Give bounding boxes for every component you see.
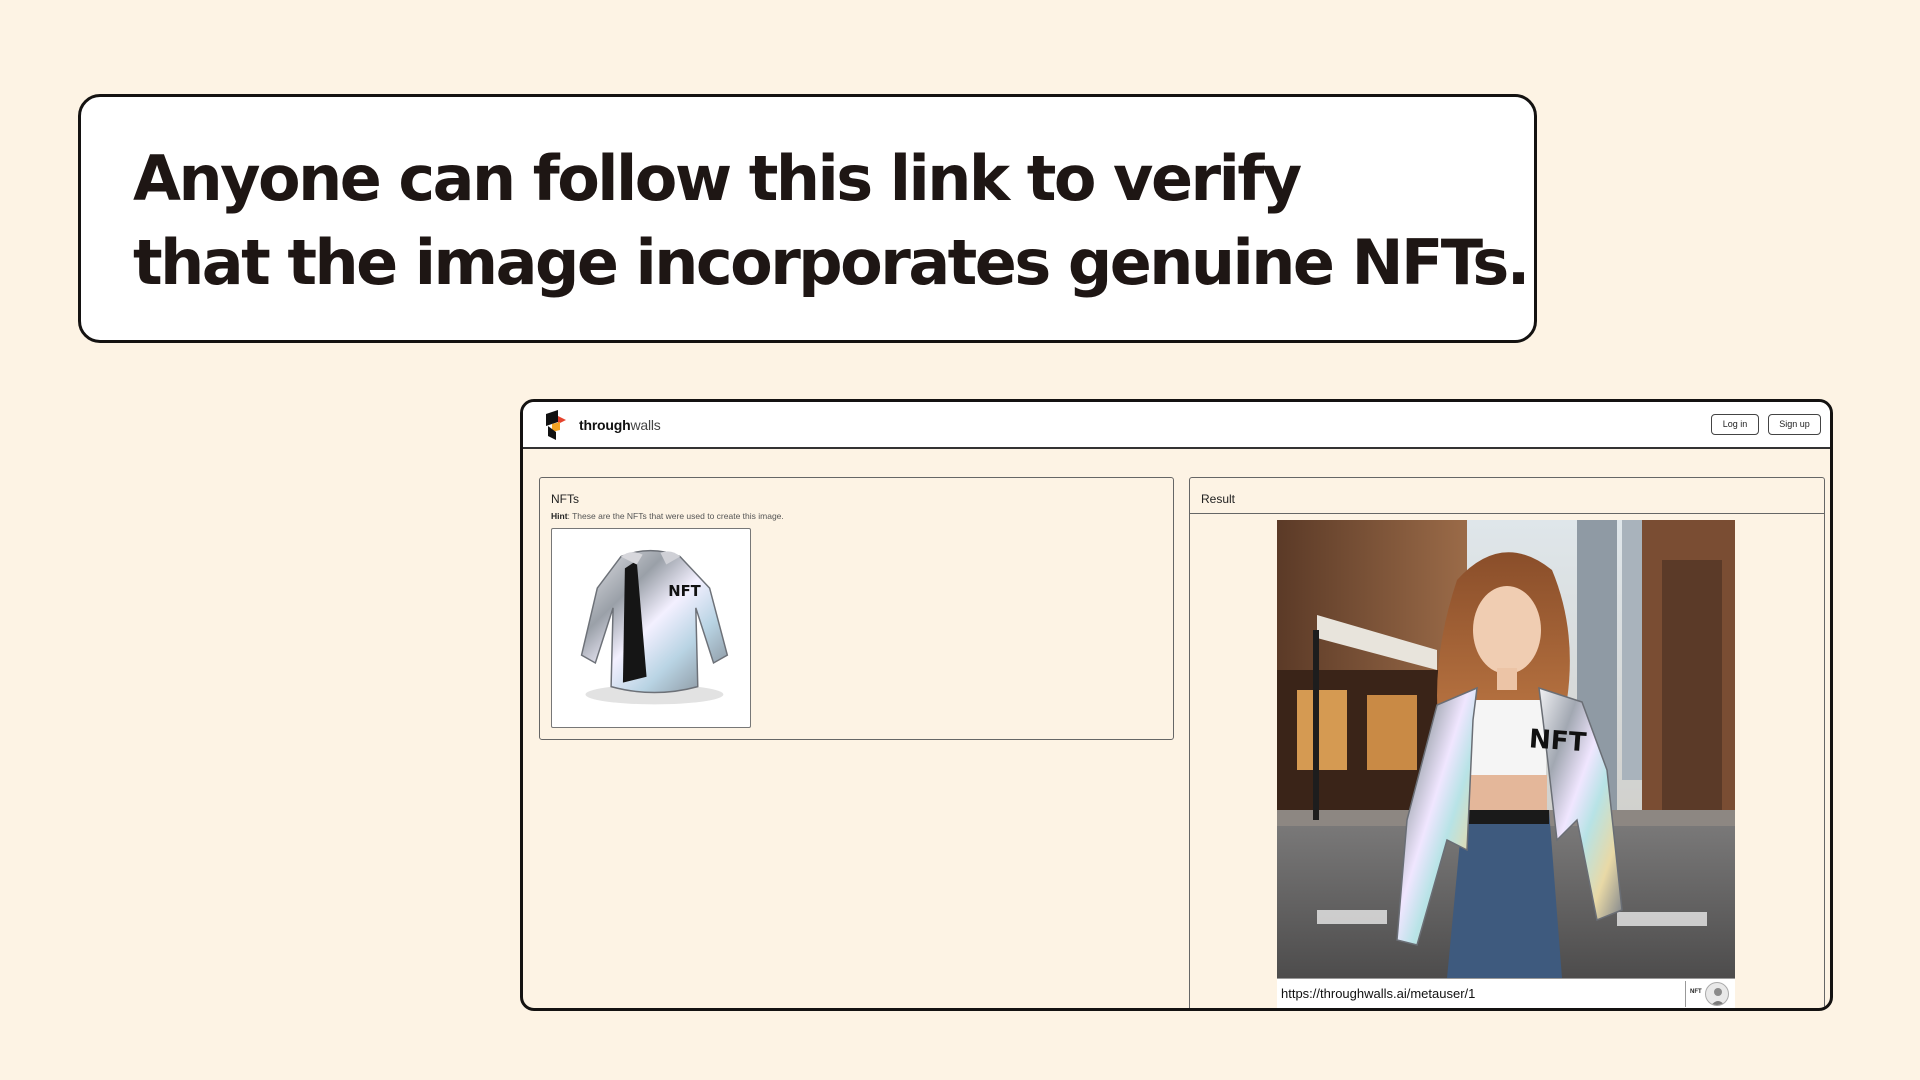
jacket-nft-image: NFT <box>580 549 729 705</box>
nft-thumbnail[interactable]: NFT <box>551 528 751 728</box>
result-panel-title: Result <box>1201 492 1236 506</box>
throughwalls-logo-icon[interactable] <box>544 410 568 440</box>
result-header: Result <box>1190 478 1824 514</box>
headline-line-2: that the image incorporates genuine NFTs… <box>133 226 1530 299</box>
top-nav-bar: throughwalls Log in Sign up <box>523 402 1830 449</box>
result-image[interactable]: NFT <box>1277 520 1735 978</box>
url-bar-divider <box>1685 981 1686 1007</box>
nfts-panel: NFTs Hint: These are the NFTs that were … <box>539 477 1174 740</box>
brand-name-bold: through <box>579 417 631 433</box>
jacket-nft-text: NFT <box>668 583 701 600</box>
app-window: throughwalls Log in Sign up NFTs Hint: T… <box>520 399 1833 1011</box>
verification-link[interactable]: https://throughwalls.ai/metauser/1 <box>1281 986 1475 1001</box>
woman-wearing-nft-jacket-photo: NFT <box>1277 520 1735 978</box>
nft-badge-avatar-icon[interactable] <box>1705 982 1729 1006</box>
login-button[interactable]: Log in <box>1711 414 1759 435</box>
hint-label: Hint <box>551 511 568 521</box>
brand-name-regular: walls <box>630 417 661 433</box>
result-image-nft-text: NFT <box>1528 724 1587 758</box>
headline-callout: Anyone can follow this link to verify th… <box>78 94 1537 343</box>
nft-badge-label: NFT <box>1690 989 1702 995</box>
brand-name[interactable]: throughwalls <box>579 417 661 433</box>
verification-link-bar: https://throughwalls.ai/metauser/1 NFT <box>1277 978 1735 1008</box>
signup-button[interactable]: Sign up <box>1768 414 1821 435</box>
result-panel: Result NFT https://throughwalls.ai/metau… <box>1189 477 1825 1008</box>
hint-body: : These are the NFTs that were used to c… <box>567 511 784 521</box>
hint-text: Hint: These are the NFTs that were used … <box>551 511 784 521</box>
headline-line-1: Anyone can follow this link to verify <box>133 142 1302 215</box>
nfts-panel-title: NFTs <box>551 492 579 506</box>
